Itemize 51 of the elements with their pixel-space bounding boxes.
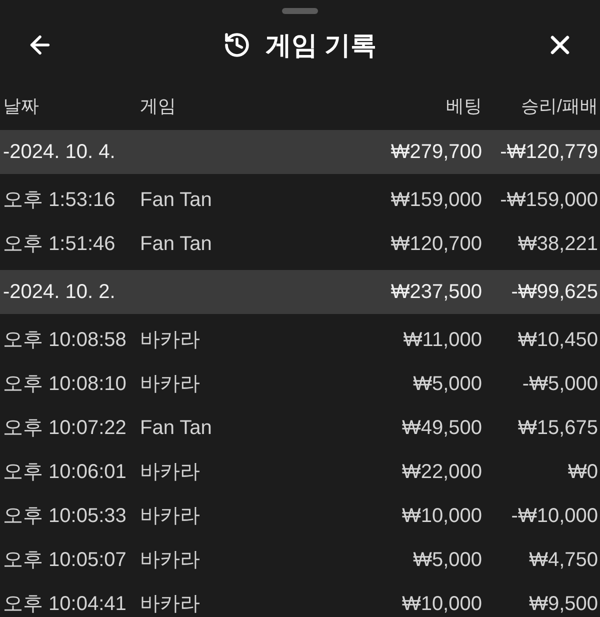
column-header: 승리/패배 bbox=[520, 94, 598, 118]
game-cell: Fan Tan bbox=[140, 416, 212, 440]
bet-cell: ₩10,000 bbox=[402, 504, 482, 528]
result-cell: ₩9,500 bbox=[529, 592, 598, 616]
time-cell: 오후 10:08:58 bbox=[3, 328, 126, 352]
time-cell: 오후 10:08:10 bbox=[3, 372, 126, 396]
group-bet-total: ₩279,700 bbox=[390, 140, 482, 164]
result-cell: -₩10,000 bbox=[511, 504, 598, 528]
time-cell: 오후 10:07:22 bbox=[3, 416, 126, 440]
result-cell: -₩159,000 bbox=[500, 188, 598, 212]
date-group-row[interactable]: -2024. 10. 4. ₩279,700 -₩120,779 bbox=[0, 130, 600, 174]
result-cell: ₩38,221 bbox=[518, 232, 598, 256]
time-cell: 오후 10:05:33 bbox=[3, 504, 126, 528]
group-date: -2024. 10. 4. bbox=[3, 140, 116, 164]
column-header: 게임 bbox=[140, 94, 176, 118]
game-cell: 바카라 bbox=[140, 592, 200, 616]
result-cell: ₩15,675 bbox=[518, 416, 598, 440]
bet-cell: ₩10,000 bbox=[402, 592, 482, 616]
window-title: 게임 기록 bbox=[265, 32, 377, 58]
time-cell: 오후 1:53:16 bbox=[3, 188, 116, 212]
bet-cell: ₩159,000 bbox=[390, 188, 482, 212]
bet-cell: ₩5,000 bbox=[413, 372, 482, 396]
result-cell: -₩5,000 bbox=[522, 372, 598, 396]
game-cell: 바카라 bbox=[140, 504, 200, 528]
bet-cell: ₩22,000 bbox=[402, 460, 482, 484]
drag-handle[interactable] bbox=[282, 8, 318, 14]
group-result-total: -₩120,779 bbox=[500, 140, 598, 164]
result-cell: ₩10,450 bbox=[518, 328, 598, 352]
bet-cell: ₩120,700 bbox=[390, 232, 482, 256]
game-cell: Fan Tan bbox=[140, 188, 212, 212]
game-cell: Fan Tan bbox=[140, 232, 212, 256]
game-cell: 바카라 bbox=[140, 372, 200, 396]
bet-cell: ₩11,000 bbox=[403, 328, 482, 352]
group-bet-total: ₩237,500 bbox=[390, 280, 482, 304]
bet-cell: ₩49,500 bbox=[402, 416, 482, 440]
time-cell: 오후 10:06:01 bbox=[3, 460, 126, 484]
time-cell: 오후 10:04:41 bbox=[3, 592, 126, 616]
game-cell: 바카라 bbox=[140, 328, 200, 352]
time-cell: 오후 1:51:46 bbox=[3, 232, 116, 256]
group-date: -2024. 10. 2. bbox=[3, 280, 116, 304]
game-cell: 바카라 bbox=[140, 460, 200, 484]
result-cell: ₩4,750 bbox=[529, 548, 598, 572]
history-icon bbox=[223, 31, 252, 59]
date-group-row[interactable]: -2024. 10. 2. ₩237,500 -₩99,625 bbox=[0, 270, 600, 314]
bet-cell: ₩5,000 bbox=[413, 548, 482, 572]
result-cell: ₩0 bbox=[568, 460, 598, 484]
group-result-total: -₩99,625 bbox=[511, 280, 598, 304]
game-cell: 바카라 bbox=[140, 548, 200, 572]
time-cell: 오후 10:05:07 bbox=[3, 548, 126, 572]
column-header: 날짜 bbox=[3, 94, 39, 118]
column-header: 베팅 bbox=[446, 94, 482, 118]
